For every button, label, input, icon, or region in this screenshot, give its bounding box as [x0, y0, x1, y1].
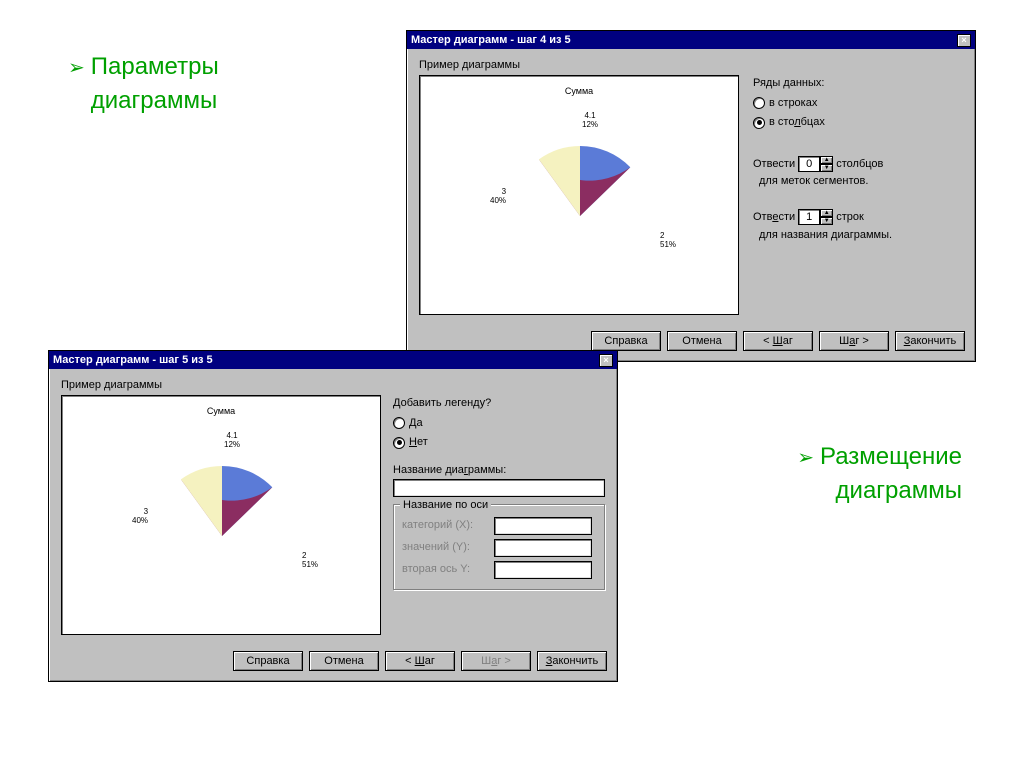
radio-label: в столбцах [769, 114, 825, 132]
help-button[interactable]: Справка [591, 331, 661, 351]
pie-chart-svg [420, 76, 740, 316]
chart-title-input[interactable] [393, 479, 605, 497]
radio-cols[interactable]: в столбцах [753, 114, 963, 132]
axis-group: Название по оси категорий (X): значений … [393, 504, 605, 590]
radio-rows[interactable]: в строках [753, 95, 963, 113]
rows-input[interactable] [798, 209, 820, 225]
button-row: Справка Отмена < Шаг Шаг > Закончить [49, 645, 617, 681]
wizard-step4-dialog: Мастер диаграмм - шаг 4 из 5 × Пример ди… [406, 30, 976, 362]
cancel-button[interactable]: Отмена [309, 651, 379, 671]
axis-x-label: категорий (X): [402, 517, 488, 535]
pie-chart-svg [62, 396, 382, 636]
legend-question: Добавить легенду? [393, 395, 605, 413]
rows-spinner[interactable]: ▲▼ [798, 209, 833, 225]
annotation-text: Параметрыдиаграммы [91, 50, 219, 117]
preview-label: Пример диаграммы [61, 379, 605, 391]
titlebar[interactable]: Мастер диаграмм - шаг 4 из 5 × [407, 31, 975, 49]
pie-label-1: 4.112% [582, 112, 598, 130]
axis-y-label: значений (Y): [402, 539, 488, 557]
help-button[interactable]: Справка [233, 651, 303, 671]
chart-preview: Сумма 4.112% 251% 340% [61, 395, 381, 635]
radio-label: в строках [769, 95, 817, 113]
arrow-icon: ➢ [797, 447, 814, 469]
radio-label: Нет [409, 434, 428, 452]
allocate-rows-row: Отвести ▲▼ строк [753, 209, 963, 227]
finish-button[interactable]: Закончить [537, 651, 607, 671]
cols-input[interactable] [798, 156, 820, 172]
axis-group-title: Название по оси [400, 497, 491, 515]
pie-label-2: 251% [302, 552, 318, 570]
radio-yes[interactable]: Да [393, 415, 605, 433]
pie-label-3: 340% [132, 508, 148, 526]
close-icon[interactable]: × [599, 354, 613, 367]
finish-button[interactable]: Закончить [895, 331, 965, 351]
annotation-text: Размещениедиаграммы [820, 440, 962, 507]
prev-button[interactable]: < Шаг [743, 331, 813, 351]
next-button[interactable]: Шаг > [819, 331, 889, 351]
close-icon[interactable]: × [957, 34, 971, 47]
series-label: Ряды данных: [753, 75, 963, 93]
dialog-title: Мастер диаграмм - шаг 5 из 5 [53, 354, 599, 366]
radio-icon [753, 97, 765, 109]
chart-title: Сумма [420, 86, 738, 96]
radio-no[interactable]: Нет [393, 434, 605, 452]
allocate-cols-row: Отвести ▲▼ столбцов [753, 156, 963, 174]
annotation-placement: ➢ Размещениедиаграммы [797, 440, 962, 507]
titlebar[interactable]: Мастер диаграмм - шаг 5 из 5 × [49, 351, 617, 369]
spin-down-icon[interactable]: ▼ [820, 217, 833, 225]
cols-hint: для меток сегментов. [753, 173, 963, 191]
radio-icon [393, 437, 405, 449]
pie-label-3: 340% [490, 188, 506, 206]
prev-button[interactable]: < Шаг [385, 651, 455, 671]
spin-up-icon[interactable]: ▲ [820, 209, 833, 217]
arrow-icon: ➢ [68, 57, 85, 79]
pie-label-1: 4.112% [224, 432, 240, 450]
axis-y2-input[interactable] [494, 561, 592, 579]
axis-y-input[interactable] [494, 539, 592, 557]
annotation-parameters: ➢ Параметрыдиаграммы [68, 50, 219, 117]
cancel-button[interactable]: Отмена [667, 331, 737, 351]
radio-icon [753, 117, 765, 129]
pie-label-2: 251% [660, 232, 676, 250]
axis-y2-label: вторая ось Y: [402, 561, 488, 579]
preview-label: Пример диаграммы [419, 59, 963, 71]
rows-hint: для названия диаграммы. [753, 227, 963, 245]
dialog-title: Мастер диаграмм - шаг 4 из 5 [411, 34, 957, 46]
chart-title: Сумма [62, 406, 380, 416]
wizard-step5-dialog: Мастер диаграмм - шаг 5 из 5 × Пример ди… [48, 350, 618, 682]
radio-icon [393, 417, 405, 429]
next-button: Шаг > [461, 651, 531, 671]
cols-spinner[interactable]: ▲▼ [798, 156, 833, 172]
spin-down-icon[interactable]: ▼ [820, 164, 833, 172]
chart-title-label: Название диаграммы: [393, 462, 605, 480]
chart-preview: Сумма 4.112% 251% 340% [419, 75, 739, 315]
spin-up-icon[interactable]: ▲ [820, 156, 833, 164]
radio-label: Да [409, 415, 423, 433]
axis-x-input[interactable] [494, 517, 592, 535]
